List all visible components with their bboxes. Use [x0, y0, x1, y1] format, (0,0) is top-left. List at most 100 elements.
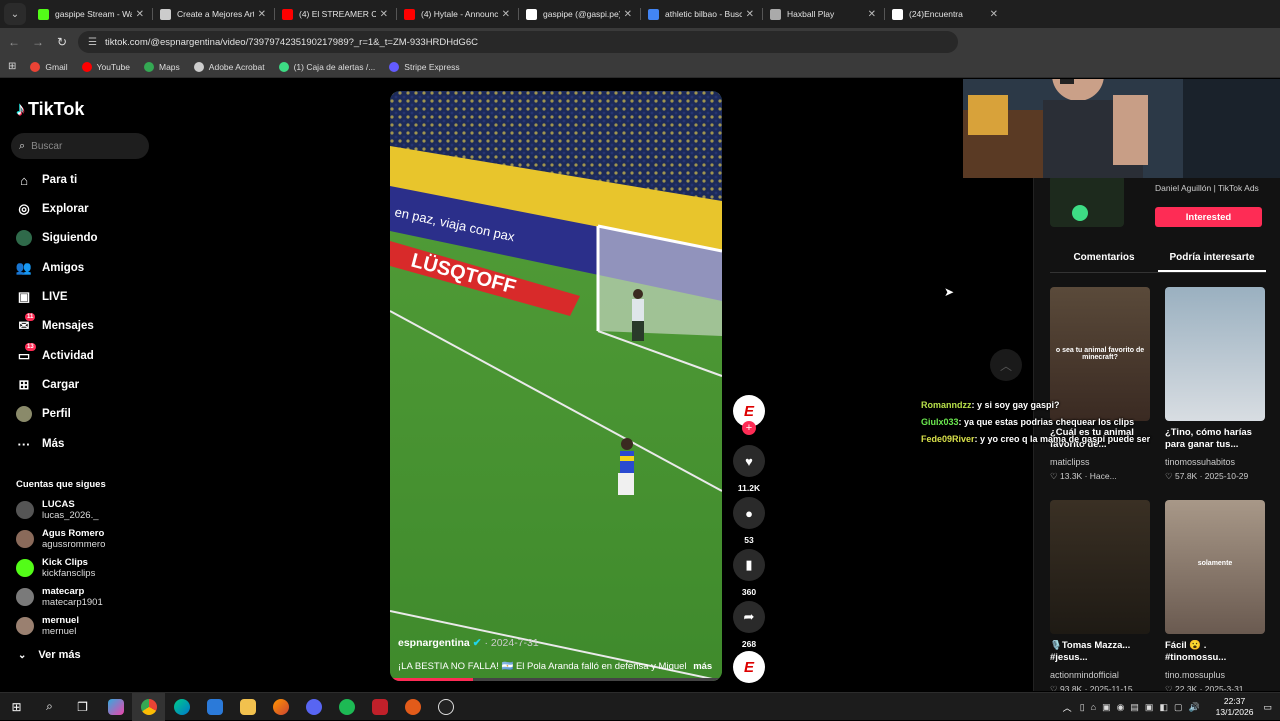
nav-item[interactable]: ◎ Explorar [16, 198, 88, 220]
card-user[interactable]: actionmindofficial [1050, 670, 1150, 680]
taskbar-edge[interactable] [165, 693, 198, 721]
search-input[interactable]: ⌕ Buscar [11, 133, 149, 159]
bookmark-item[interactable]: (1) Caja de alertas /... [278, 61, 375, 72]
video-author[interactable]: espnargentina [398, 637, 470, 649]
tab-title: gaspipe Stream - Wa [55, 9, 132, 19]
nav-item[interactable]: ● Siguiendo [16, 227, 98, 249]
browser-tab[interactable]: gaspipe Stream - Wa ✕ [30, 0, 152, 28]
taskbar-chrome[interactable] [132, 692, 165, 721]
browser-tab[interactable]: (4) Hytale - Announc ✕ [396, 0, 518, 28]
avatar [16, 559, 34, 577]
tray-chevron-icon[interactable]: ︿ [1063, 701, 1072, 714]
bookmark-item[interactable]: Maps [144, 61, 180, 72]
taskbar-search-button[interactable]: ⌕ [33, 693, 66, 721]
browser-tab[interactable]: gaspipe (@gaspi.pe) ✕ [518, 0, 640, 28]
nav-item[interactable]: ··· Más [16, 433, 65, 455]
nav-item[interactable]: ⊞ Cargar [16, 374, 80, 396]
browser-tab[interactable]: Haxball Play ✕ [762, 0, 884, 28]
bookmark-item[interactable]: YouTube [81, 61, 130, 72]
notifications-icon[interactable]: ▭ [1263, 702, 1272, 713]
taskbar-spotify[interactable] [330, 693, 363, 721]
tiktok-logo[interactable]: ♪ TikTok [16, 99, 84, 120]
following-account[interactable]: Agus Romero agussrommero [16, 528, 105, 550]
author-avatar-button[interactable]: E + [733, 395, 765, 435]
video-thumbnail[interactable]: solamente [1165, 500, 1265, 634]
tab-comments[interactable]: Comentarios [1050, 249, 1158, 272]
like-button[interactable]: ♥ 11.2K [733, 445, 765, 493]
save-button[interactable]: ▮ 360 [733, 549, 765, 597]
nav-item[interactable]: 👥 Amigos [16, 257, 84, 279]
following-account[interactable]: LUCAS lucas_2026._ [16, 499, 99, 521]
video-progress-bar[interactable] [390, 678, 722, 681]
taskbar-obs[interactable] [429, 693, 462, 721]
tray-icons[interactable]: ▯⌂▣◉▤▣◧▢🔊 [1080, 702, 1206, 713]
more-link[interactable]: más [693, 661, 712, 672]
browser-tab[interactable]: athletic bilbao - Busc ✕ [640, 0, 762, 28]
see-more-button[interactable]: ⌄ Ver más [18, 649, 81, 661]
site-info-icon[interactable]: ☰ [88, 37, 97, 48]
sound-avatar-button[interactable]: E [733, 651, 765, 683]
browser-tab[interactable]: Create a Mejores Art ✕ [152, 0, 274, 28]
card-user[interactable]: tinomossuhabitos [1165, 457, 1265, 467]
recommended-video-card[interactable]: 🎙️Tomas Mazza... #jesus... actionmindoff… [1050, 500, 1150, 691]
nav-item[interactable]: ✉ 11 Mensajes [16, 313, 94, 337]
close-tab-icon[interactable]: ✕ [502, 9, 510, 20]
nav-item[interactable]: ▣ LIVE [16, 286, 68, 308]
taskbar-store[interactable] [198, 693, 231, 721]
mouse-cursor-icon: ➤ [944, 285, 955, 299]
video-thumbnail[interactable] [1050, 500, 1150, 634]
reload-icon[interactable]: ↻ [50, 35, 74, 49]
close-tab-icon[interactable]: ✕ [746, 9, 754, 20]
comment-button[interactable]: ● 53 [733, 497, 765, 545]
recommended-video-card[interactable]: o sea tu animal favorito de minecraft? ¿… [1050, 287, 1150, 482]
following-account[interactable]: Kick Clips kickfansclips [16, 557, 95, 579]
bookmark-item[interactable]: Adobe Acrobat [193, 61, 265, 72]
address-bar[interactable]: ☰ tiktok.com/@espnargentina/video/739797… [78, 31, 958, 53]
task-view-button[interactable]: ❐ [66, 693, 99, 721]
recommended-video-card[interactable]: ¿Tino, cómo harías para ganar tus... tin… [1165, 287, 1265, 482]
nav-item[interactable]: ● Perfil [16, 403, 71, 425]
taskbar-app-red[interactable] [363, 693, 396, 721]
close-tab-icon[interactable]: ✕ [868, 9, 876, 20]
close-tab-icon[interactable]: ✕ [624, 9, 632, 20]
taskbar-copilot[interactable] [99, 693, 132, 721]
bookmark-item[interactable]: Stripe Express [389, 61, 460, 72]
follow-plus-icon[interactable]: + [742, 421, 756, 435]
tab-title: Haxball Play [787, 9, 835, 19]
card-title: 🎙️Tomas Mazza... #jesus... [1050, 640, 1131, 663]
nav-item[interactable]: ▭ 13 Actividad [16, 343, 94, 367]
recommended-video-card[interactable]: solamente Fácil 😮 . #tinomossu... tino.m… [1165, 500, 1265, 691]
tab-search-chevron-icon[interactable]: ⌄ [4, 3, 26, 25]
previous-video-button[interactable]: ︿ [990, 349, 1022, 381]
following-account[interactable]: matecarp matecarp1901 [16, 586, 103, 608]
taskbar-firefox[interactable] [264, 693, 297, 721]
card-user[interactable]: tino.mossuplus [1165, 670, 1265, 680]
taskbar-explorer[interactable] [231, 693, 264, 721]
bookmark-item[interactable]: Gmail [30, 61, 68, 72]
taskbar-app-orange[interactable] [396, 693, 429, 721]
video-thumbnail[interactable] [1165, 287, 1265, 421]
close-tab-icon[interactable]: ✕ [136, 9, 144, 20]
nav-item[interactable]: ⌂ Para ti [16, 169, 77, 191]
tab-title: (4) Hytale - Announc [421, 9, 498, 19]
start-button[interactable]: ⊞ [0, 693, 33, 721]
clock[interactable]: 22:37 13/1/2026 [1216, 696, 1254, 718]
ad-thumbnail[interactable] [1050, 175, 1124, 227]
tab-title: (24)Encuentra [909, 9, 963, 19]
close-tab-icon[interactable]: ✕ [258, 9, 266, 20]
card-user[interactable]: maticlipss [1050, 457, 1150, 467]
forward-arrow-icon[interactable]: → [26, 35, 50, 49]
following-account[interactable]: mernuel mernuel [16, 615, 79, 637]
account-handle: lucas_2026._ [42, 510, 99, 521]
share-button[interactable]: ➦ 268 [733, 601, 765, 649]
taskbar-discord[interactable] [297, 693, 330, 721]
close-tab-icon[interactable]: ✕ [990, 9, 998, 20]
browser-tab[interactable]: (24)Encuentra ✕ [884, 0, 1006, 28]
close-tab-icon[interactable]: ✕ [380, 9, 388, 20]
back-arrow-icon[interactable]: ← [2, 35, 26, 49]
interested-button[interactable]: Interested [1155, 207, 1262, 227]
browser-tab[interactable]: (4) El STREAMER CRI ✕ [274, 0, 396, 28]
tab-you-may-like[interactable]: Podría interesarte [1158, 249, 1266, 272]
video-player[interactable]: LÜSQTOFF en paz, viaja con pax espnargen… [390, 91, 722, 681]
apps-grid-icon[interactable]: ⊞ [8, 61, 16, 72]
